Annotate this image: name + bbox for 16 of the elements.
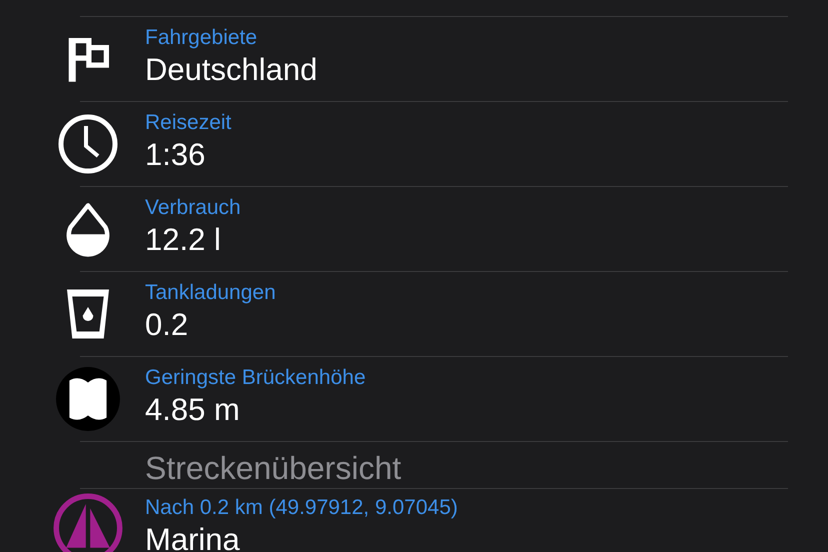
clock-icon [56,112,120,176]
field-label: Verbrauch [145,195,241,221]
field-value: 4.85 m [145,391,241,429]
field-value: 1:36 [145,136,206,174]
field-value: Deutschland [145,51,318,89]
field-label: Fahrgebiete [145,25,258,51]
field-value: Marina [145,521,241,552]
field-label: Reisezeit [145,110,232,136]
field-label: Geringste Brückenhöhe [145,365,366,391]
field-value: 12.2 l [145,221,222,259]
field-value: 0.2 [145,306,190,344]
field-label: Nach 0.2 km (49.97912, 9.07045) [145,495,458,521]
bridge-icon [55,366,121,432]
sailboat-icon [53,493,123,552]
section-title: Streckenübersicht [145,449,402,488]
field-label: Tankladungen [145,280,276,306]
